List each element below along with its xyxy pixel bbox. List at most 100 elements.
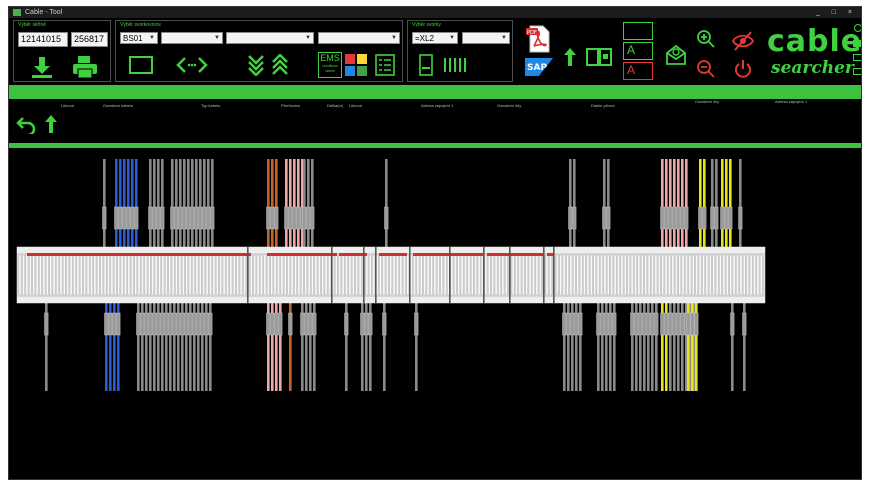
- terminal-cell: [266, 254, 270, 296]
- cable-connector: [190, 206, 195, 230]
- single-terminal-icon[interactable]: [418, 53, 434, 77]
- picture-small-icon[interactable]: [853, 68, 861, 75]
- terminal-marker-red: [339, 253, 367, 256]
- swap-arrows-icon[interactable]: [174, 55, 210, 75]
- cable-connector: [160, 206, 165, 230]
- cable-wire: [677, 159, 680, 247]
- terminal-cell: [606, 254, 610, 296]
- back-arrow-icon[interactable]: [15, 115, 37, 135]
- terminal-marker-red: [27, 253, 251, 256]
- sap-export-icon[interactable]: SAP: [525, 58, 553, 76]
- cable-connector: [570, 312, 575, 336]
- terminal-separator: [543, 247, 545, 303]
- power-icon[interactable]: [733, 58, 753, 80]
- up-arrow-icon[interactable]: [43, 113, 59, 135]
- cable-connector: [180, 312, 185, 336]
- terminal-cell: [229, 254, 233, 296]
- cabinet-group-title: Výběr skříně: [18, 22, 47, 28]
- terminal-cell: [756, 254, 760, 296]
- terminal-filter-select-3[interactable]: ▼: [318, 32, 400, 44]
- cable-connector: [170, 206, 175, 230]
- terminal-separator: [409, 247, 411, 303]
- chevron-down-icon: ▼: [501, 35, 507, 41]
- terminal-filter-select-2[interactable]: ▼: [226, 32, 314, 44]
- terminal-cell: [28, 254, 32, 296]
- cable-connector: [660, 312, 665, 336]
- terminal-cell: [358, 254, 362, 296]
- zoom-in-icon[interactable]: [695, 28, 717, 50]
- terminal-cell: [93, 254, 97, 296]
- cable-wire: [715, 159, 718, 247]
- print-icon[interactable]: [70, 54, 100, 80]
- terminal-cell: [610, 254, 614, 296]
- terminal-block-select[interactable]: BS01 ▼: [120, 32, 158, 44]
- terminal-cell: [198, 254, 202, 296]
- terminal-cell: [45, 254, 49, 296]
- cable-wire: [665, 159, 668, 247]
- cable-connector: [664, 312, 669, 336]
- terminal-cell: [205, 254, 209, 296]
- terminal-cell: [215, 254, 219, 296]
- cable-connector: [206, 206, 211, 230]
- status-bar-top: [9, 85, 861, 99]
- cable-connector: [382, 312, 387, 336]
- terminal-cell: [474, 254, 478, 296]
- cable-connector: [562, 312, 567, 336]
- label-a-red-button[interactable]: A: [623, 62, 653, 80]
- cable-connector: [634, 312, 639, 336]
- cable-wire: [721, 159, 724, 247]
- terminal-cell: [324, 254, 328, 296]
- cable-wire: [187, 159, 190, 247]
- cable-connector: [310, 206, 315, 230]
- window-controls[interactable]: _ □ ×: [816, 7, 857, 18]
- mail-small-icon[interactable]: [853, 40, 861, 47]
- cabinet-number-field[interactable]: 12141015: [18, 32, 68, 47]
- cable-wire: [161, 159, 164, 247]
- cable-connector: [604, 312, 609, 336]
- terminal-cell: [392, 254, 396, 296]
- terminal-separator: [247, 247, 249, 303]
- image-small-icon[interactable]: [853, 54, 861, 61]
- terminal-row-icon[interactable]: [442, 57, 468, 73]
- terminal-cell: [127, 254, 131, 296]
- terminal-cell: [423, 254, 427, 296]
- double-chevron-down-icon[interactable]: [246, 53, 266, 77]
- up-arrow-icon[interactable]: [562, 46, 578, 68]
- series-filter-select[interactable]: ▼: [462, 32, 510, 44]
- cable-connector: [686, 312, 691, 336]
- color-legend-icon[interactable]: [345, 54, 367, 76]
- order-number-field[interactable]: 256817: [71, 32, 108, 47]
- chevron-down-icon: ▼: [149, 35, 155, 41]
- terminal-cell: [32, 254, 36, 296]
- label-frame-button[interactable]: [623, 22, 653, 40]
- cable-connector: [104, 312, 109, 336]
- series-select[interactable]: =XL2 ▼: [412, 32, 458, 44]
- cable-connector: [208, 312, 213, 336]
- download-icon[interactable]: [30, 54, 54, 80]
- frame-view-icon[interactable]: [128, 55, 154, 75]
- zoom-out-icon[interactable]: [695, 58, 717, 80]
- chevron-down-icon: ▼: [214, 35, 220, 41]
- green-square-icon: [357, 66, 367, 76]
- terminal-cell: [59, 254, 63, 296]
- terminal-cell: [549, 254, 552, 296]
- terminal-filter-select-1[interactable]: ▼: [161, 32, 223, 44]
- terminal-cell: [671, 254, 675, 296]
- book-icon[interactable]: [584, 46, 614, 68]
- terminal-cell: [52, 254, 56, 296]
- cable-wire: [195, 159, 198, 247]
- double-chevron-up-icon[interactable]: [270, 53, 290, 77]
- settings-icon[interactable]: [854, 24, 861, 32]
- ems-button[interactable]: EMS conditions labels: [318, 52, 342, 78]
- list-icon[interactable]: [374, 53, 396, 77]
- eye-off-icon[interactable]: [731, 30, 755, 52]
- terminal-cell: [467, 254, 471, 296]
- cable-wire: [739, 159, 742, 247]
- pdf-export-icon[interactable]: PDF: [526, 24, 552, 54]
- terminal-block-value: BS01: [123, 34, 143, 43]
- cable-wire: [203, 159, 206, 247]
- terminal-strip-top: [17, 247, 765, 253]
- terminal-cell: [86, 254, 90, 296]
- mail-icon[interactable]: [663, 42, 689, 68]
- label-a-green-button[interactable]: A: [623, 42, 653, 60]
